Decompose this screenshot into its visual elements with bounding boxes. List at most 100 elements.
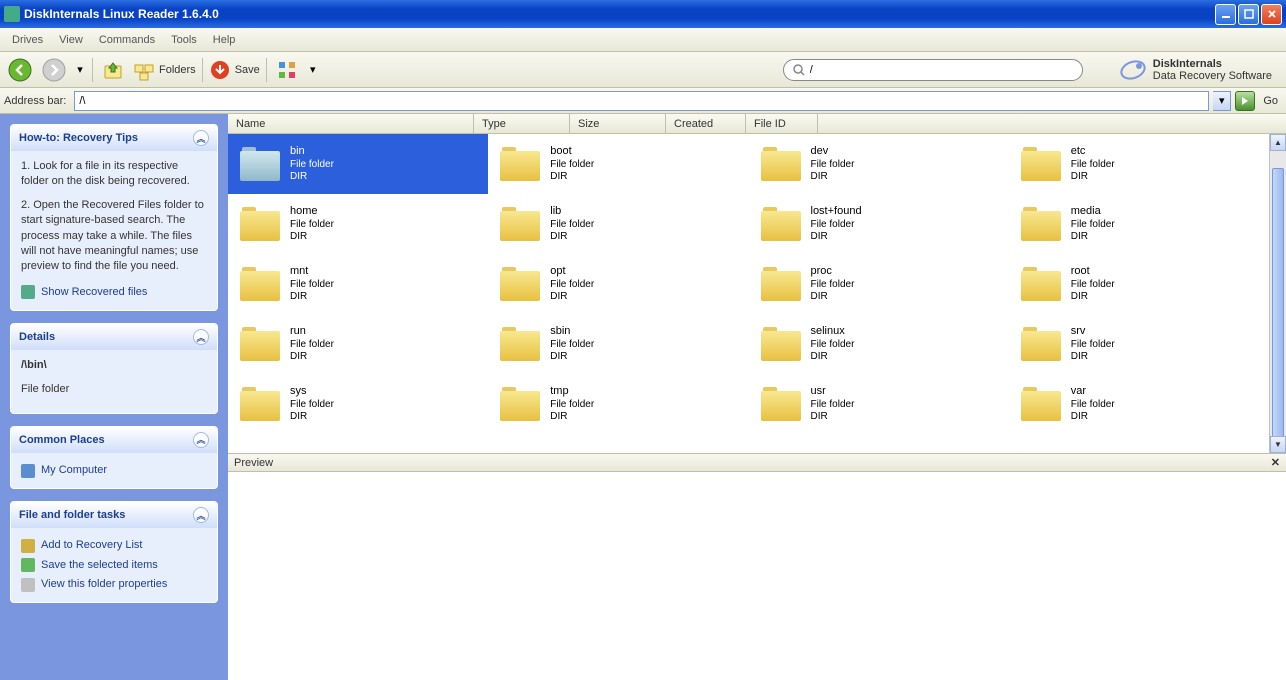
folder-tmp[interactable]: tmpFile folderDIR (488, 374, 748, 434)
folder-lost+found[interactable]: lost+foundFile folderDIR (749, 194, 1009, 254)
view-properties-link[interactable]: View this folder properties (21, 575, 207, 594)
folder-icon (500, 387, 540, 421)
menu-commands[interactable]: Commands (91, 30, 163, 50)
panel-header-common[interactable]: Common Places︽ (11, 427, 217, 453)
folder-usr[interactable]: usrFile folderDIR (749, 374, 1009, 434)
file-attr: DIR (811, 351, 855, 363)
file-type: File folder (1071, 399, 1115, 411)
folder-icon (1021, 267, 1061, 301)
panel-header-details[interactable]: Details︽ (11, 324, 217, 350)
file-type: File folder (550, 219, 594, 231)
recovery-tip-1: 1. Look for a file in its respective fol… (21, 159, 207, 190)
back-button[interactable] (6, 56, 34, 84)
addressbar: Address bar: ▾ Go (0, 88, 1286, 114)
save-selected-link[interactable]: Save the selected items (21, 556, 207, 575)
file-attr: DIR (290, 231, 334, 243)
file-attr: DIR (290, 411, 334, 423)
menu-tools[interactable]: Tools (163, 30, 205, 50)
file-name: mnt (290, 265, 334, 278)
file-type: File folder (290, 159, 334, 171)
maximize-button[interactable] (1238, 4, 1259, 25)
recovery-tip-2: 2. Open the Recovered Files folder to st… (21, 198, 207, 275)
folder-mnt[interactable]: mntFile folderDIR (228, 254, 488, 314)
file-attr: DIR (811, 291, 855, 303)
folder-var[interactable]: varFile folderDIR (1009, 374, 1269, 434)
search-box[interactable] (783, 59, 1083, 81)
menu-help[interactable]: Help (205, 30, 244, 50)
folder-etc[interactable]: etcFile folderDIR (1009, 134, 1269, 194)
menu-drives[interactable]: Drives (4, 30, 51, 50)
app-icon (4, 6, 20, 22)
folder-proc[interactable]: procFile folderDIR (749, 254, 1009, 314)
menu-view[interactable]: View (51, 30, 91, 50)
file-attr: DIR (1071, 411, 1115, 423)
folder-icon (761, 207, 801, 241)
folder-lib[interactable]: libFile folderDIR (488, 194, 748, 254)
show-recovered-link[interactable]: Show Recovered files (21, 283, 207, 302)
addressbar-dropdown[interactable]: ▾ (1213, 91, 1231, 111)
folder-icon (500, 267, 540, 301)
folder-sys[interactable]: sysFile folderDIR (228, 374, 488, 434)
recovered-icon (21, 285, 35, 299)
file-attr: DIR (550, 171, 594, 183)
save-button[interactable]: Save (209, 56, 260, 84)
computer-icon (21, 464, 35, 478)
folder-opt[interactable]: optFile folderDIR (488, 254, 748, 314)
window-title: DiskInternals Linux Reader 1.6.4.0 (24, 7, 1215, 21)
scroll-up-icon[interactable]: ▲ (1270, 134, 1286, 151)
go-button[interactable] (1235, 91, 1255, 111)
folder-bin[interactable]: binFile folderDIR (228, 134, 488, 194)
scroll-thumb[interactable] (1272, 168, 1284, 438)
folder-srv[interactable]: srvFile folderDIR (1009, 314, 1269, 374)
file-attr: DIR (1071, 171, 1115, 183)
folder-dev[interactable]: devFile folderDIR (749, 134, 1009, 194)
folders-button[interactable]: Folders (133, 56, 196, 84)
close-button[interactable] (1261, 4, 1282, 25)
file-name: var (1071, 385, 1115, 398)
addressbar-input[interactable] (74, 91, 1209, 111)
folder-icon (761, 267, 801, 301)
search-input[interactable] (810, 64, 1074, 76)
file-name: lib (550, 205, 594, 218)
file-attr: DIR (811, 171, 855, 183)
column-created[interactable]: Created (666, 114, 746, 133)
file-type: File folder (811, 219, 862, 231)
file-area[interactable]: binFile folderDIRbootFile folderDIRdevFi… (228, 134, 1286, 453)
panel-common-places: Common Places︽ My Computer (10, 426, 218, 489)
back-dropdown[interactable]: ▾ (74, 56, 86, 84)
up-button[interactable] (99, 56, 127, 84)
brand: DiskInternalsData Recovery Software (1119, 56, 1272, 84)
file-name: tmp (550, 385, 594, 398)
view-dropdown[interactable]: ▾ (307, 56, 319, 84)
column-type[interactable]: Type (474, 114, 570, 133)
folder-media[interactable]: mediaFile folderDIR (1009, 194, 1269, 254)
my-computer-link[interactable]: My Computer (21, 461, 207, 480)
panel-header-recovery[interactable]: How-to: Recovery Tips︽ (11, 125, 217, 151)
file-type: File folder (1071, 219, 1115, 231)
column-name[interactable]: Name (228, 114, 474, 133)
view-button[interactable] (273, 56, 301, 84)
forward-button[interactable] (40, 56, 68, 84)
column-size[interactable]: Size (570, 114, 666, 133)
add-icon (21, 539, 35, 553)
file-type: File folder (811, 279, 855, 291)
folder-root[interactable]: rootFile folderDIR (1009, 254, 1269, 314)
panel-header-tasks[interactable]: File and folder tasks︽ (11, 502, 217, 528)
folder-boot[interactable]: bootFile folderDIR (488, 134, 748, 194)
content: NameTypeSizeCreatedFile ID binFile folde… (228, 114, 1286, 680)
folder-run[interactable]: runFile folderDIR (228, 314, 488, 374)
save-icon (21, 558, 35, 572)
file-type: File folder (1071, 339, 1115, 351)
scroll-down-icon[interactable]: ▼ (1270, 436, 1286, 453)
file-type: File folder (550, 399, 594, 411)
folder-selinux[interactable]: selinuxFile folderDIR (749, 314, 1009, 374)
preview-close-button[interactable]: ✕ (1271, 456, 1280, 469)
folder-icon (500, 327, 540, 361)
minimize-button[interactable] (1215, 4, 1236, 25)
folder-home[interactable]: homeFile folderDIR (228, 194, 488, 254)
folder-icon (500, 207, 540, 241)
folder-sbin[interactable]: sbinFile folderDIR (488, 314, 748, 374)
column-file-id[interactable]: File ID (746, 114, 818, 133)
scrollbar[interactable]: ▲ ▼ (1269, 134, 1286, 453)
add-recovery-link[interactable]: Add to Recovery List (21, 536, 207, 555)
